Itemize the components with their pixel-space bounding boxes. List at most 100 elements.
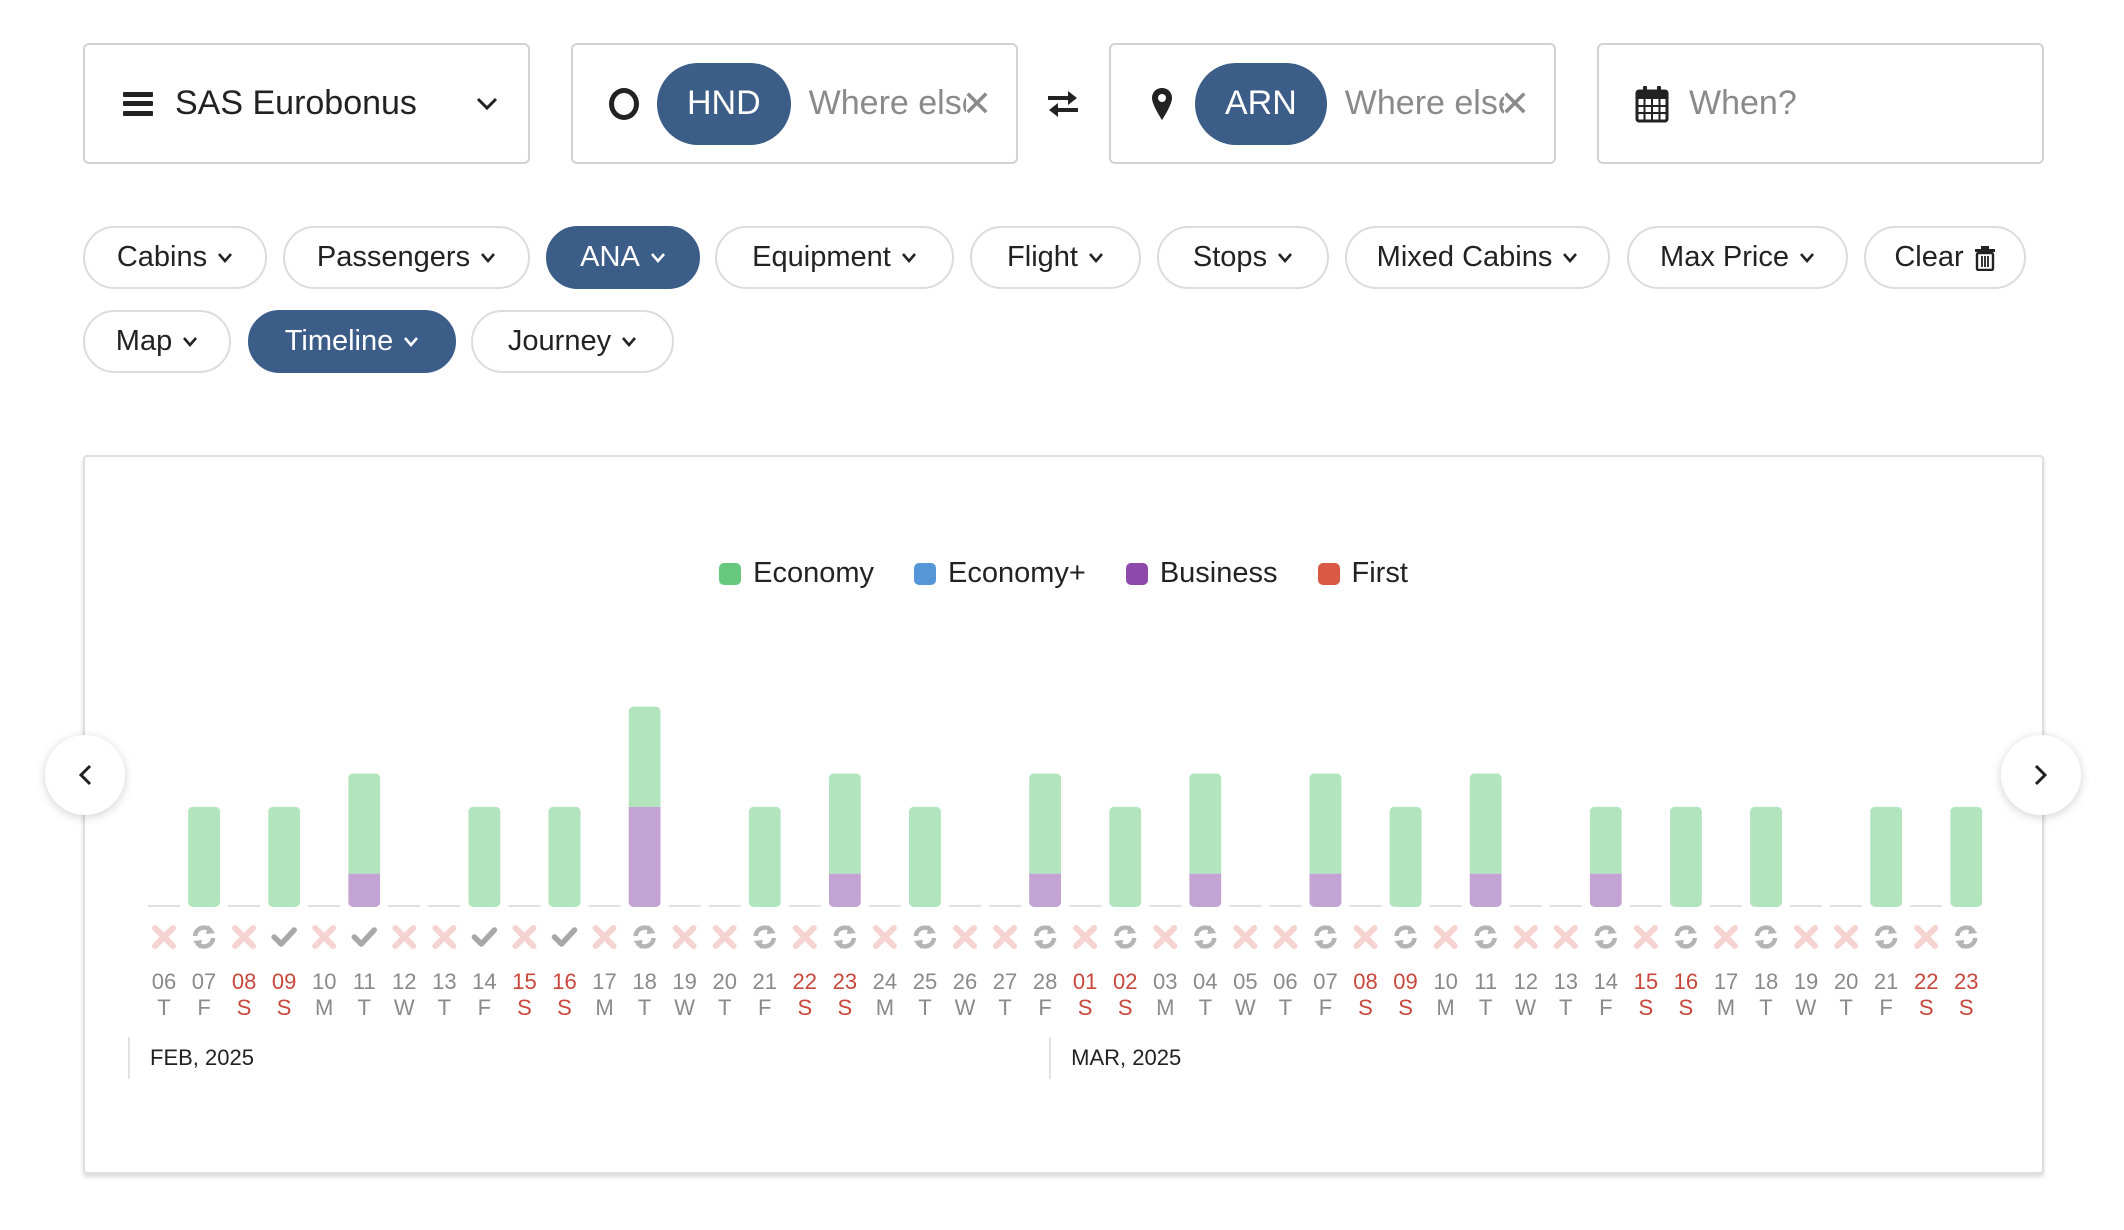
filter-label: Mixed Cabins	[1376, 241, 1553, 273]
bar-economy	[748, 806, 781, 907]
empty-baseline	[228, 905, 261, 907]
weekday-letter: F	[1319, 995, 1332, 1020]
destination-clear-icon[interactable]: ✕	[1500, 83, 1530, 125]
filter-journey-button[interactable]: Journey	[471, 310, 674, 373]
destination-input-placeholder[interactable]: Where else?	[1345, 84, 1504, 123]
clear-filters-button[interactable]: Clear	[1864, 226, 2026, 289]
day-number: 14	[1594, 969, 1618, 994]
weekday-letter: T	[638, 995, 651, 1020]
weekday-letter: T	[1199, 995, 1212, 1020]
destination-field[interactable]: ARN Where else? ✕	[1109, 43, 1556, 164]
chevron-down-icon	[481, 252, 496, 263]
filter-equipment-button[interactable]: Equipment	[715, 226, 954, 289]
empty-baseline	[1830, 905, 1863, 907]
day-number: 22	[1914, 969, 1938, 994]
weekday-letter: S	[1959, 995, 1974, 1020]
bar-economy	[1029, 773, 1062, 874]
weekday-letter: S	[517, 995, 532, 1020]
no-availability-icon	[1834, 925, 1859, 949]
date-input-placeholder[interactable]: When?	[1689, 84, 1797, 123]
refresh-icon	[1674, 925, 1698, 949]
weekday-letter: T	[1759, 995, 1772, 1020]
day-number: 21	[1874, 969, 1898, 994]
day-number: 16	[1674, 969, 1698, 994]
empty-baseline	[1069, 905, 1102, 907]
day-number: 26	[953, 969, 977, 994]
weekday-letter: W	[955, 995, 976, 1020]
weekday-letter: S	[797, 995, 812, 1020]
day-number: 19	[672, 969, 696, 994]
next-button[interactable]	[2001, 735, 2081, 815]
day-number: 09	[272, 969, 296, 994]
day-number: 03	[1153, 969, 1177, 994]
filter-label: Cabins	[116, 241, 208, 273]
filter-cabins-button[interactable]: Cabins	[83, 226, 267, 289]
bar-business	[1309, 873, 1342, 907]
chevron-down-icon	[901, 252, 916, 263]
chevron-down-icon	[183, 336, 198, 347]
bar-economy	[1389, 806, 1422, 907]
weekday-letter: F	[478, 995, 491, 1020]
no-availability-icon	[953, 925, 977, 949]
filter-flight-button[interactable]: Flight	[970, 226, 1141, 289]
day-number: 09	[1393, 969, 1417, 994]
weekday-letter: M	[1156, 995, 1174, 1020]
bar-economy	[908, 806, 941, 907]
filter-label: Stops	[1192, 241, 1268, 273]
empty-baseline	[1229, 905, 1262, 907]
no-availability-icon	[1273, 925, 1298, 949]
day-number: 25	[913, 969, 937, 994]
refresh-icon	[1113, 925, 1137, 949]
empty-baseline	[1709, 905, 1742, 907]
empty-baseline	[308, 905, 341, 907]
weekday-letter: S	[237, 995, 252, 1020]
weekday-letter: S	[1639, 995, 1654, 1020]
destination-chip[interactable]: ARN	[1195, 62, 1327, 145]
origin-clear-icon[interactable]: ✕	[962, 83, 992, 125]
weekday-letter: T	[998, 995, 1011, 1020]
previous-button[interactable]	[45, 735, 125, 815]
day-number: 01	[1073, 969, 1097, 994]
day-number: 12	[392, 969, 416, 994]
program-select[interactable]: SAS Eurobonus	[83, 43, 530, 164]
bar-economy	[548, 806, 581, 907]
day-number: 27	[993, 969, 1017, 994]
check-icon	[551, 927, 578, 947]
menu-icon	[123, 91, 153, 116]
empty-baseline	[1910, 905, 1943, 907]
bar-economy	[1469, 773, 1502, 874]
filter-ana-button[interactable]: ANA	[546, 226, 700, 289]
chevron-down-icon	[1088, 252, 1103, 263]
filter-stops-button[interactable]: Stops	[1157, 226, 1329, 289]
refresh-icon	[1754, 925, 1778, 949]
weekday-letter: T	[157, 995, 170, 1020]
empty-baseline	[949, 905, 981, 907]
weekday-letter: W	[674, 995, 695, 1020]
weekday-letter: S	[1358, 995, 1373, 1020]
filter-label: Map	[115, 325, 173, 357]
origin-chip[interactable]: HND	[657, 62, 791, 145]
filter-timeline-button[interactable]: Timeline	[248, 310, 456, 373]
day-number: 08	[232, 969, 256, 994]
empty-baseline	[708, 905, 741, 907]
chevron-right-icon	[2034, 764, 2048, 786]
filter-max-price-button[interactable]: Max Price	[1627, 226, 1848, 289]
bar-economy	[1189, 773, 1222, 874]
filter-passengers-button[interactable]: Passengers	[283, 226, 530, 289]
origin-field[interactable]: HND Where else? ✕	[571, 43, 1018, 164]
refresh-icon	[833, 925, 857, 949]
empty-baseline	[1509, 905, 1542, 907]
day-number: 14	[472, 969, 496, 994]
bar-economy	[1309, 773, 1342, 874]
date-field[interactable]: When?	[1597, 43, 2044, 164]
bar-economy	[268, 806, 301, 907]
empty-baseline	[1790, 905, 1823, 907]
filter-map-button[interactable]: Map	[83, 310, 231, 373]
program-label: SAS Eurobonus	[175, 84, 417, 122]
no-availability-icon	[872, 925, 897, 949]
refresh-icon	[913, 925, 937, 949]
timeline-chart: 06T07F08S09S10M11T12W13T14F15S16S17M18T1…	[148, 706, 1983, 1020]
filter-mixed-cabins-button[interactable]: Mixed Cabins	[1345, 226, 1610, 289]
origin-input-placeholder[interactable]: Where else?	[809, 84, 966, 123]
swap-arrows-icon[interactable]	[1043, 86, 1083, 122]
